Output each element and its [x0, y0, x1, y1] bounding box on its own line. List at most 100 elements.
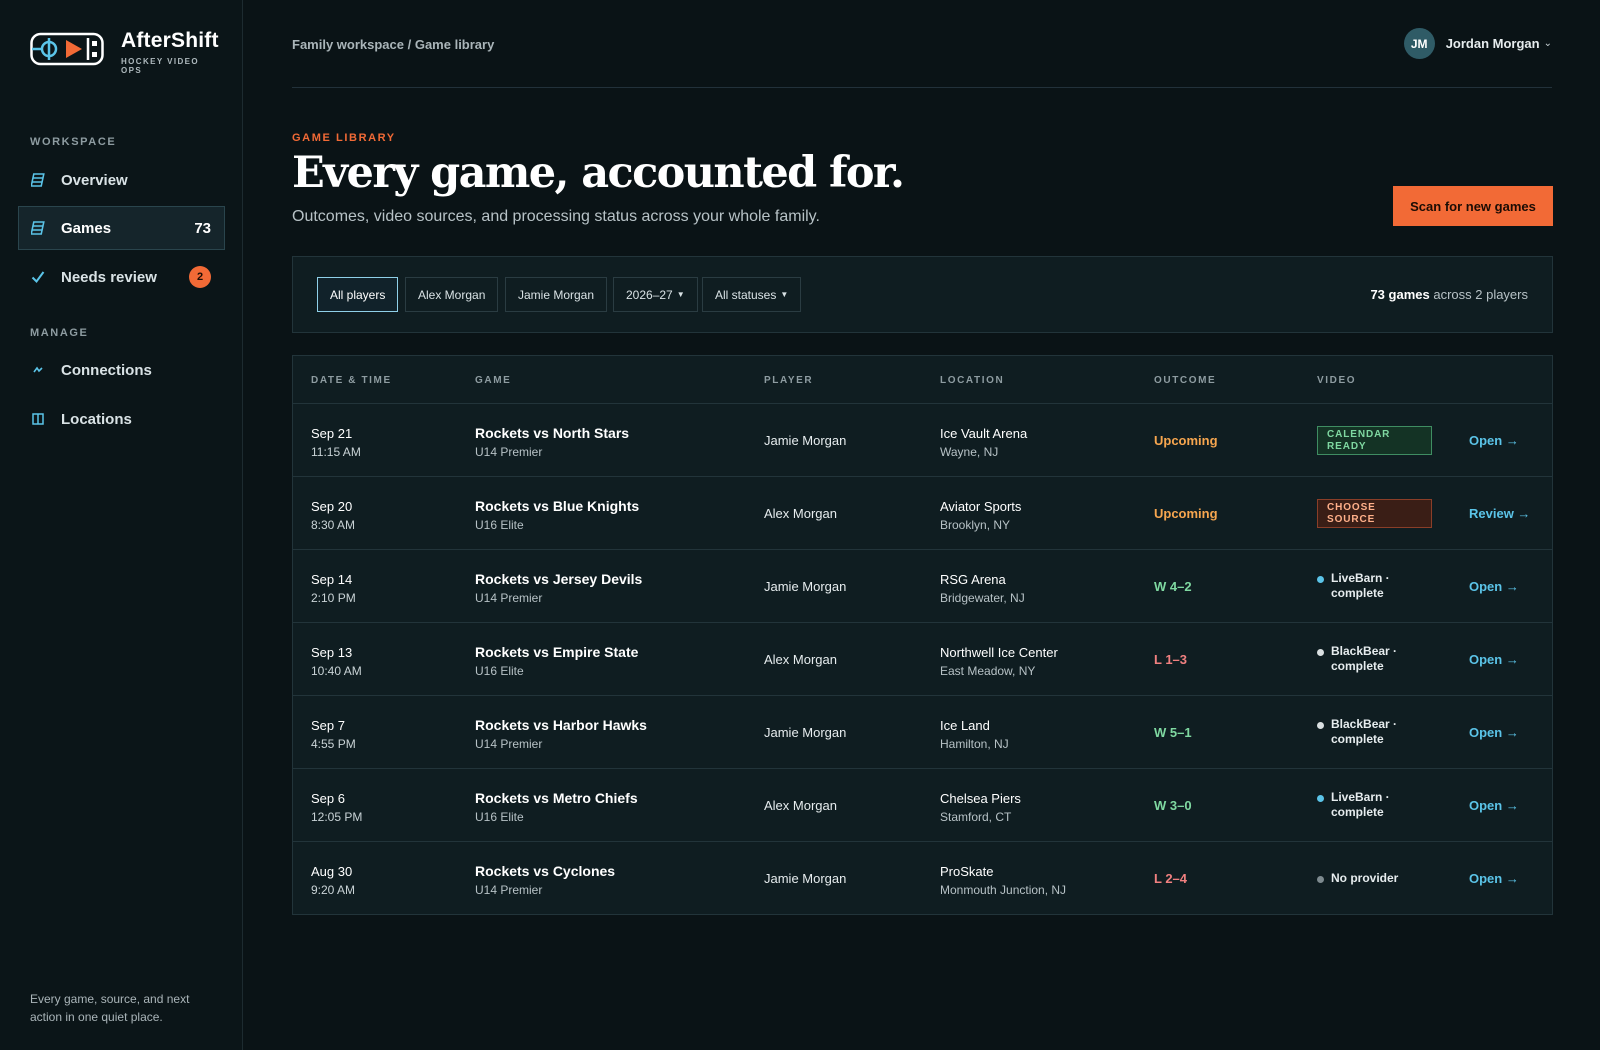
game-datetime: Sep 13 10:40 AM [311, 643, 362, 681]
status-dot-icon [1317, 722, 1324, 729]
game-info: Rockets vs Harbor Hawks U14 Premier [475, 715, 647, 753]
video-status-tag[interactable]: CHOOSE SOURCE [1317, 499, 1432, 528]
table-row[interactable]: Sep 21 11:15 AM Rockets vs North Stars U14 … [293, 404, 1552, 477]
game-location: Chelsea Piers Stamford, CT [940, 789, 1021, 827]
game-time: 2:10 PM [311, 591, 356, 605]
game-location: RSG Arena Bridgewater, NJ [940, 570, 1025, 608]
page-title: Every game, accounted for. [292, 148, 905, 198]
row-action-link[interactable]: Review → [1469, 506, 1530, 521]
video-cell: CHOOSE SOURCE [1317, 499, 1432, 528]
venue-name: Ice Land [940, 718, 990, 733]
game-title[interactable]: Rockets vs Empire State [475, 642, 638, 662]
player-name: Jamie Morgan [764, 871, 847, 886]
row-action-link[interactable]: Open → [1469, 871, 1519, 886]
sidebar-item-label: Needs review [61, 268, 157, 286]
table-row[interactable]: Sep 13 10:40 AM Rockets vs Empire State U16… [293, 623, 1552, 696]
player-name: Jamie Morgan [764, 433, 847, 448]
status-dropdown[interactable]: All statuses ▼ [702, 277, 802, 312]
game-time: 4:55 PM [311, 737, 356, 751]
video-source-label: LiveBarn · complete [1331, 790, 1390, 819]
game-outcome: W 5–1 [1154, 725, 1192, 740]
row-action-link[interactable]: Open → [1469, 579, 1519, 594]
column-header-video: VIDEO [1317, 375, 1357, 386]
game-title[interactable]: Rockets vs Cyclones [475, 861, 615, 881]
game-datetime: Sep 7 4:55 PM [311, 716, 356, 754]
game-location: Northwell Ice Center East Meadow, NY [940, 643, 1058, 681]
video-status-tag: CALENDAR READY [1317, 426, 1432, 455]
game-info: Rockets vs North Stars U14 Premier [475, 423, 629, 461]
table-row[interactable]: Sep 7 4:55 PM Rockets vs Harbor Hawks U14 P… [293, 696, 1552, 769]
sidebar-item-label: Overview [61, 171, 128, 189]
player-name: Alex Morgan [764, 506, 837, 521]
venue-name: Chelsea Piers [940, 791, 1021, 806]
game-time: 12:05 PM [311, 810, 363, 824]
sidebar-footer-text: Every game, source, and next action in o… [30, 992, 190, 1024]
sidebar-item-locations[interactable]: Locations [18, 397, 225, 441]
table-row[interactable]: Sep 20 8:30 AM Rockets vs Blue Knights U16 … [293, 477, 1552, 550]
review-badge: 2 [189, 266, 211, 288]
video-cell: LiveBarn · complete [1317, 571, 1417, 601]
venue-city: East Meadow, NY [940, 664, 1036, 678]
games-total: 73 games [1370, 287, 1430, 302]
row-action-link[interactable]: Open → [1469, 798, 1519, 813]
filter-chip-jamie[interactable]: Jamie Morgan [505, 277, 608, 312]
video-cell: LiveBarn · complete [1317, 790, 1417, 820]
game-title[interactable]: Rockets vs Blue Knights [475, 496, 639, 516]
game-datetime: Aug 30 9:20 AM [311, 862, 355, 900]
column-header-location: LOCATION [940, 375, 1005, 386]
filter-chip-all-players[interactable]: All players [317, 277, 399, 312]
row-action-link[interactable]: Open → [1469, 652, 1519, 667]
game-title[interactable]: Rockets vs Jersey Devils [475, 569, 642, 589]
scan-button[interactable]: Scan for new games [1393, 186, 1553, 226]
game-datetime: Sep 14 2:10 PM [311, 570, 356, 608]
sidebar-item-games[interactable]: Games 73 [18, 206, 225, 250]
video-source: LiveBarn · complete [1317, 790, 1417, 820]
game-location: Ice Land Hamilton, NJ [940, 716, 1009, 754]
chip-label: All players [330, 287, 386, 302]
video-cell: BlackBear · complete [1317, 644, 1417, 674]
video-cell: BlackBear · complete [1317, 717, 1417, 747]
table-row[interactable]: Sep 14 2:10 PM Rockets vs Jersey Devils U14… [293, 550, 1552, 623]
avatar: JM [1403, 28, 1435, 59]
logo-icon [30, 32, 104, 66]
game-datetime: Sep 6 12:05 PM [311, 789, 362, 827]
game-date: Sep 13 [311, 645, 353, 660]
venue-city: Wayne, NJ [940, 445, 999, 459]
sidebar-item-label: Games [61, 219, 112, 237]
venue-city: Monmouth Junction, NJ [940, 883, 1067, 897]
game-title[interactable]: Rockets vs Harbor Hawks [475, 715, 647, 735]
game-time: 11:15 AM [311, 445, 361, 459]
filter-chip-alex[interactable]: Alex Morgan [405, 277, 499, 312]
row-action-link[interactable]: Open → [1469, 725, 1519, 740]
row-action-link[interactable]: Open → [1469, 433, 1519, 448]
column-header-outcome: OUTCOME [1154, 375, 1217, 386]
sidebar-item-needs-review[interactable]: Needs review 2 [18, 255, 225, 299]
game-division: U16 Elite [475, 518, 524, 532]
game-info: Rockets vs Blue Knights U16 Elite [475, 496, 639, 534]
video-source-label: BlackBear · complete [1331, 717, 1398, 746]
chip-label: Jamie Morgan [518, 287, 595, 302]
video-cell: CALENDAR READY [1317, 426, 1432, 455]
user-menu[interactable]: JM Jordan Morgan ⌄ [1403, 28, 1552, 59]
video-source-label: No provider [1331, 871, 1399, 885]
game-date: Sep 21 [311, 426, 353, 441]
player-name: Jamie Morgan [764, 579, 847, 594]
breadcrumb[interactable]: Family workspace / Game library [292, 37, 494, 52]
game-title[interactable]: Rockets vs North Stars [475, 423, 629, 443]
app-logo[interactable]: AfterShift HOCKEY VIDEO OPS [30, 30, 219, 75]
game-division: U16 Elite [475, 810, 524, 824]
table-row[interactable]: Sep 6 12:05 PM Rockets vs Metro Chiefs U16 … [293, 769, 1552, 842]
table-row[interactable]: Aug 30 9:20 AM Rockets vs Cyclones U14 Prem… [293, 842, 1552, 915]
game-date: Sep 20 [311, 499, 353, 514]
check-icon [31, 270, 45, 284]
column-header-game: GAME [475, 375, 512, 386]
sidebar-item-connections[interactable]: Connections [18, 348, 225, 392]
season-dropdown[interactable]: 2026–27 ▼ [613, 277, 698, 312]
games-summary: 73 games across 2 players [1370, 287, 1528, 302]
chevron-down-icon: ⌄ [1543, 38, 1552, 49]
sidebar-item-overview[interactable]: Overview [18, 158, 225, 202]
game-title[interactable]: Rockets vs Metro Chiefs [475, 788, 638, 808]
player-name: Alex Morgan [764, 798, 837, 813]
video-source-label: LiveBarn · complete [1331, 571, 1390, 600]
column-header-date: DATE & TIME [311, 375, 392, 386]
